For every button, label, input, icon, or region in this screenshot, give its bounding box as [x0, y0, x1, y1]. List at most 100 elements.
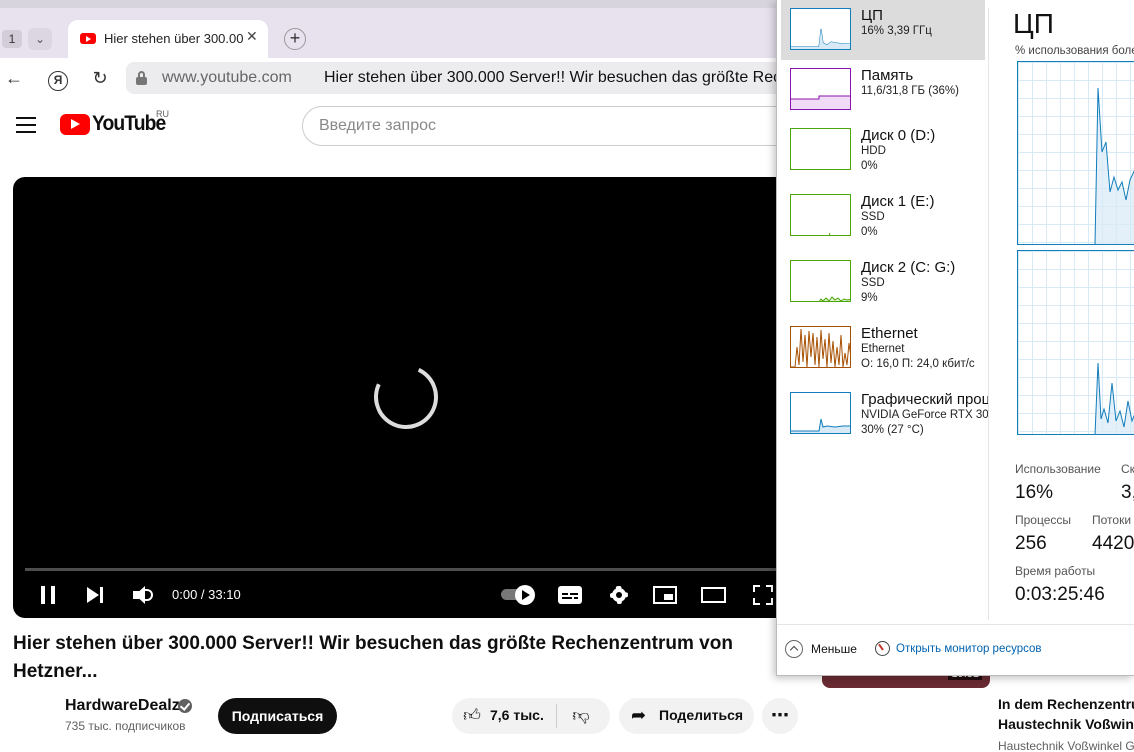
- channel-name[interactable]: HardwareDealz: [65, 697, 180, 715]
- disk0-mini-graph: [790, 128, 851, 170]
- plus-icon[interactable]: +: [284, 28, 306, 50]
- fewer-details-button[interactable]: Меньше: [811, 642, 857, 656]
- task-manager-window: ЦП 16% 3,39 ГГц Память 11,6/31,8 ГБ (36%…: [776, 0, 1134, 676]
- subtitles-icon[interactable]: [558, 586, 582, 604]
- chevron-down-icon[interactable]: ⌄: [28, 28, 52, 50]
- cpu-core-graph: [1017, 250, 1134, 435]
- perf-item-type: HDD: [861, 145, 886, 157]
- divider: [556, 704, 557, 728]
- detail-subheading: % использования более 60 секунд: [1015, 45, 1134, 57]
- menu-icon[interactable]: [16, 117, 36, 133]
- open-resource-monitor-link[interactable]: Открыть монитор ресурсов: [896, 643, 1042, 655]
- processes-value: 256: [1015, 533, 1047, 554]
- theater-mode-icon[interactable]: [701, 587, 726, 603]
- settings-gear-icon[interactable]: [607, 583, 631, 607]
- search-box[interactable]: [302, 106, 802, 146]
- miniplayer-icon[interactable]: [653, 586, 677, 604]
- usage-value: 16%: [1015, 482, 1054, 503]
- avatar[interactable]: [14, 696, 54, 736]
- browser-tab-active[interactable]: Hier stehen über 300.000 Server!! Wir be…: [68, 20, 268, 58]
- thumbs-down-icon[interactable]: 👎︎: [571, 706, 591, 726]
- youtube-favicon-icon: [80, 33, 96, 44]
- share-button[interactable]: ➦ Поделиться: [619, 698, 754, 734]
- cpu-core-graph: [1017, 61, 1134, 245]
- perf-item-memory[interactable]: Память 11,6/31,8 ГБ (36%): [781, 60, 985, 120]
- perf-item-value: 0%: [861, 160, 878, 172]
- perf-item-name: Ethernet: [861, 325, 918, 342]
- footer-divider: [777, 624, 1134, 625]
- perf-item-value: О: 16,0 П: 24,0 кбит/с: [861, 358, 975, 370]
- speed-label: Скорость: [1121, 462, 1134, 476]
- progress-bar[interactable]: [25, 568, 803, 571]
- disk1-mini-graph: [790, 194, 851, 236]
- verified-icon: [178, 699, 192, 713]
- perf-item-name: Память: [861, 67, 914, 84]
- gpu-mini-graph: [790, 392, 851, 434]
- perf-item-type: SSD: [861, 277, 885, 289]
- url-page-title: Hier stehen über 300.000 Server!! Wir be…: [324, 69, 784, 86]
- perf-item-name: Графический процессор 0: [861, 391, 989, 408]
- perf-item-ethernet[interactable]: Ethernet Ethernet О: 16,0 П: 24,0 кбит/с: [781, 318, 985, 378]
- tab-title: Hier stehen über 300.000 Server!! Wir be…: [104, 31, 244, 46]
- subscriber-count: 735 тыс. подписчиков: [65, 719, 186, 733]
- volume-icon[interactable]: [129, 581, 157, 609]
- video-player[interactable]: 0:00 / 33:10: [13, 177, 803, 618]
- detail-heading: ЦП: [1013, 8, 1054, 39]
- perf-item-gpu[interactable]: Графический процессор 0 NVIDIA GeForce R…: [781, 384, 989, 444]
- perf-item-value: 30% (27 °C): [861, 424, 924, 436]
- like-count[interactable]: 7,6 тыс.: [490, 707, 544, 723]
- perf-item-disk-0[interactable]: Диск 0 (D:) HDD 0%: [781, 120, 985, 180]
- perf-item-type: SSD: [861, 211, 885, 223]
- recommendation-title-line1[interactable]: In dem Rechenzentrum der: [998, 694, 1134, 714]
- search-input[interactable]: [319, 115, 759, 137]
- loading-spinner-icon: [364, 355, 448, 439]
- uptime-value: 0:03:25:46: [1015, 584, 1105, 605]
- share-arrow-icon: ➦: [631, 705, 647, 725]
- chevron-up-icon[interactable]: [785, 640, 803, 658]
- url-domain: www.youtube.com: [162, 69, 292, 86]
- perf-item-name: ЦП: [861, 7, 883, 24]
- disk2-mini-graph: [790, 260, 851, 302]
- processes-label: Процессы: [1015, 513, 1072, 527]
- country-code: RU: [156, 109, 169, 119]
- like-dislike-group: 👍︎ 7,6 тыс. 👎︎: [452, 698, 610, 734]
- reload-icon[interactable]: ↻: [88, 66, 112, 90]
- autoplay-toggle[interactable]: [501, 585, 537, 605]
- tab-counter-badge[interactable]: 1: [2, 30, 22, 48]
- ethernet-mini-graph: [790, 326, 851, 368]
- screen: 1 ⌄ Hier stehen über 300.000 Server!! Wi…: [0, 0, 1134, 752]
- youtube-wordmark: YouTube: [92, 112, 166, 135]
- back-arrow-icon[interactable]: ←: [2, 66, 26, 90]
- perf-item-disk-1[interactable]: Диск 1 (E:) SSD 0%: [781, 186, 985, 246]
- close-icon[interactable]: ✕: [246, 28, 264, 45]
- perf-item-disk-2[interactable]: Диск 2 (C: G:) SSD 9%: [781, 252, 985, 312]
- perf-item-value: 9%: [861, 292, 878, 304]
- perf-item-type: NVIDIA GeForce RTX 3070: [861, 409, 989, 421]
- memory-mini-graph: [790, 68, 851, 110]
- recommendation-title-line2[interactable]: Haustechnik Voßwinkel: [998, 714, 1134, 734]
- perf-item-cpu[interactable]: ЦП 16% 3,39 ГГц: [781, 0, 985, 60]
- fullscreen-icon[interactable]: [751, 583, 775, 607]
- lock-icon: [136, 71, 147, 85]
- subscribe-button[interactable]: Подписаться: [218, 698, 337, 734]
- perf-item-name: Диск 1 (E:): [861, 193, 935, 210]
- address-field[interactable]: www.youtube.com Hier stehen über 300.000…: [126, 62, 806, 94]
- youtube-play-icon: [60, 114, 90, 135]
- threads-label: Потоки: [1092, 513, 1132, 527]
- pane-divider: [988, 8, 989, 620]
- thumbs-up-icon[interactable]: 👍︎: [462, 706, 482, 726]
- cpu-mini-graph: [790, 8, 851, 50]
- threads-value: 4420: [1092, 533, 1134, 554]
- pause-icon[interactable]: [35, 581, 63, 609]
- resource-monitor-icon[interactable]: [875, 641, 890, 656]
- more-actions-button[interactable]: ⋯: [762, 698, 798, 734]
- perf-item-name: Диск 2 (C: G:): [861, 259, 956, 276]
- yandex-icon[interactable]: Я: [46, 66, 70, 91]
- perf-item-name: Диск 0 (D:): [861, 127, 936, 144]
- next-icon[interactable]: [81, 581, 109, 609]
- perf-item-value: 0%: [861, 226, 878, 238]
- usage-label: Использование: [1015, 462, 1101, 476]
- speed-value: 3,39 ГГц: [1121, 482, 1134, 503]
- time-display: 0:00 / 33:10: [172, 587, 241, 602]
- recommendation-channel[interactable]: Haustechnik Voßwinkel GmbH: [998, 739, 1134, 752]
